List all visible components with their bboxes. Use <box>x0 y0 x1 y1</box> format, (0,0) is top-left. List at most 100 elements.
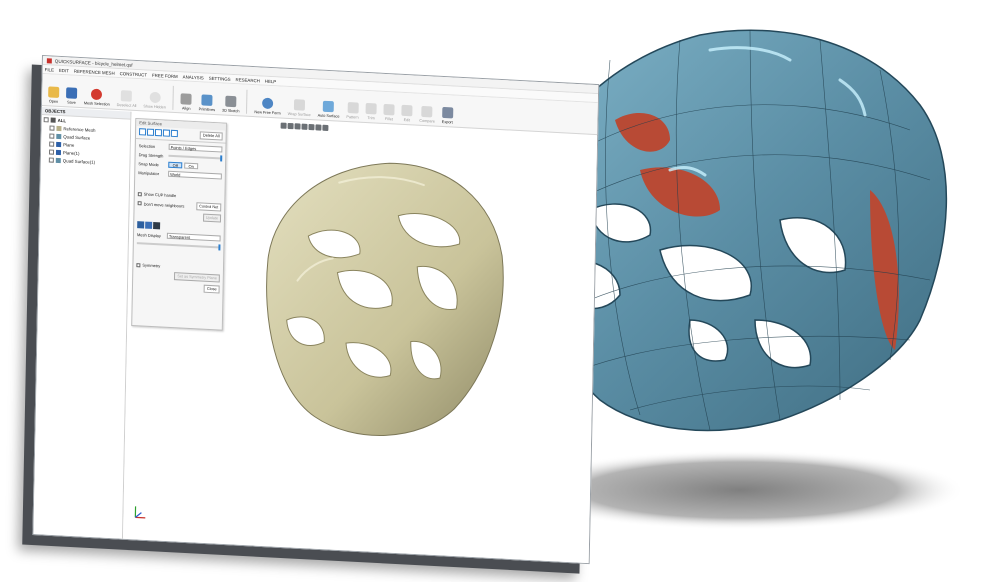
view-iso-icon[interactable] <box>322 124 329 132</box>
snap-off-toggle[interactable]: Off <box>168 161 183 169</box>
menu-file[interactable]: FILE <box>45 67 54 72</box>
export-button[interactable]: Export <box>441 106 454 125</box>
manipulator-dropdown[interactable]: World <box>168 170 222 180</box>
display-mode-icon[interactable] <box>137 221 145 229</box>
wrap-surface-button[interactable]: Wrap Surface <box>288 99 311 117</box>
eye-icon <box>149 91 161 104</box>
auto-surface-button[interactable]: Auto Surface <box>318 100 340 119</box>
slider-knob[interactable] <box>220 155 223 162</box>
compare-button[interactable]: Compare <box>419 105 435 124</box>
checkbox[interactable] <box>48 156 54 163</box>
view-left-icon[interactable] <box>294 123 301 130</box>
view-toolbar <box>280 122 330 132</box>
auto-surface-icon <box>323 100 335 113</box>
checkbox-box[interactable] <box>137 201 142 206</box>
menu-help[interactable]: HELP <box>265 78 277 84</box>
axis-triad-icon <box>134 506 146 519</box>
trim-button[interactable]: Trim <box>365 102 377 121</box>
surface-icon <box>56 133 62 139</box>
slider-knob[interactable] <box>218 244 221 251</box>
checkbox[interactable] <box>48 148 55 155</box>
control-net-button[interactable]: Control Net <box>196 202 222 212</box>
checkbox-box[interactable] <box>137 191 142 196</box>
save-icon <box>66 87 78 99</box>
wrap-surface-icon <box>293 99 305 111</box>
surface-icon <box>55 157 61 163</box>
helmet-reference-mesh <box>266 162 504 436</box>
transparency-slider[interactable] <box>136 242 221 251</box>
view-top-icon[interactable] <box>308 123 315 131</box>
menu-settings[interactable]: SETTINGS <box>209 75 231 81</box>
update-button[interactable]: Update <box>202 213 222 223</box>
workspace: OBJECTS ALL Reference Mesh Quad Surface … <box>33 107 598 564</box>
merge-tool-icon[interactable] <box>170 129 178 138</box>
sketch-3d-button[interactable]: 3D Sketch <box>222 95 240 113</box>
display-swatches <box>137 221 221 232</box>
view-bottom-icon[interactable] <box>315 124 322 131</box>
export-icon <box>441 106 454 119</box>
ribbon-separator <box>172 85 175 110</box>
app-window: QUICKSURFACE - bicycle_helmet.qsf FILE E… <box>32 55 600 565</box>
checkbox[interactable] <box>43 116 49 122</box>
checkbox-box[interactable] <box>136 262 141 267</box>
screen-mockup: QUICKSURFACE - bicycle_helmet.qsf FILE E… <box>0 0 1000 582</box>
close-button[interactable]: Close <box>203 284 220 294</box>
edit-surface-panel: Edit Surface Delete All Selection Points… <box>131 117 227 331</box>
folder-icon <box>48 86 60 98</box>
composite-image: QUICKSURFACE - bicycle_helmet.qsf FILE E… <box>0 0 1000 582</box>
menu-research[interactable]: RESEARCH <box>236 77 260 83</box>
edit-button[interactable]: Edit <box>401 104 413 123</box>
mesh-display-dropdown[interactable]: Transparent <box>166 232 221 242</box>
snap-on-toggle[interactable]: On <box>184 162 199 170</box>
group-icon <box>50 117 56 123</box>
move-tool-icon[interactable] <box>146 128 155 136</box>
fillet-button[interactable]: Fillet <box>383 103 395 122</box>
selection-label: Selection <box>138 142 156 149</box>
view-right-icon[interactable] <box>301 123 308 130</box>
pattern-icon <box>347 101 359 114</box>
mesh-selection-button[interactable]: Mesh Selection <box>84 88 110 107</box>
compare-icon <box>421 105 433 118</box>
save-button[interactable]: Save <box>66 87 78 105</box>
drag-strength-label: Drag Strength <box>138 151 164 158</box>
deselect-all-button[interactable]: Deselect All <box>117 90 137 108</box>
align-button[interactable]: Align <box>180 93 193 111</box>
menu-reference-mesh[interactable]: REFERENCE MESH <box>74 68 115 75</box>
fillet-icon <box>383 103 395 116</box>
insert-tool-icon[interactable] <box>154 128 163 137</box>
display-mode-icon[interactable] <box>145 221 153 229</box>
delete-all-button[interactable]: Delete All <box>199 131 223 141</box>
checkbox[interactable] <box>49 132 55 139</box>
pattern-button[interactable]: Pattern <box>346 101 359 120</box>
menu-edit[interactable]: EDIT <box>59 67 69 73</box>
primitives-icon <box>201 94 213 106</box>
deselect-icon <box>121 90 133 102</box>
checkbox[interactable] <box>49 140 55 147</box>
ribbon-separator <box>246 89 248 114</box>
select-tool-icon[interactable] <box>139 128 147 136</box>
manipulator-label: Manipulator <box>138 169 160 176</box>
mesh-display-label: Mesh Display <box>136 231 161 238</box>
3d-viewport[interactable]: Edit Surface Delete All Selection Points… <box>122 111 598 564</box>
show-hidden-button[interactable]: Show Hidden <box>143 91 166 110</box>
open-button[interactable]: Open <box>48 86 60 104</box>
plane-icon <box>55 149 62 155</box>
menu-construct[interactable]: CONSTRUCT <box>120 71 148 77</box>
selection-dropdown[interactable]: Points / Edges <box>168 143 223 153</box>
menu-free-form[interactable]: FREE FORM <box>152 72 178 78</box>
app-logo-icon <box>46 57 52 64</box>
set-as-symmetry-plane-button[interactable]: Set as Symmetry Plane <box>174 272 220 283</box>
menu-analysis[interactable]: ANALYSIS <box>183 74 204 80</box>
primitives-button[interactable]: Primitives <box>199 94 216 112</box>
dont-move-neighbours-checkbox[interactable]: Don't move neighbours Control Net <box>137 199 222 212</box>
view-front-icon[interactable] <box>280 122 287 129</box>
edit-icon <box>401 104 413 117</box>
drag-strength-slider[interactable] <box>168 154 223 162</box>
view-back-icon[interactable] <box>287 122 294 130</box>
new-free-form-button[interactable]: New Free Form <box>254 97 281 116</box>
display-mode-icon[interactable] <box>153 221 161 230</box>
mesh-selection-icon <box>91 88 103 101</box>
checkbox[interactable] <box>49 124 55 131</box>
split-tool-icon[interactable] <box>162 129 170 137</box>
objects-panel: OBJECTS ALL Reference Mesh Quad Surface … <box>33 107 132 539</box>
